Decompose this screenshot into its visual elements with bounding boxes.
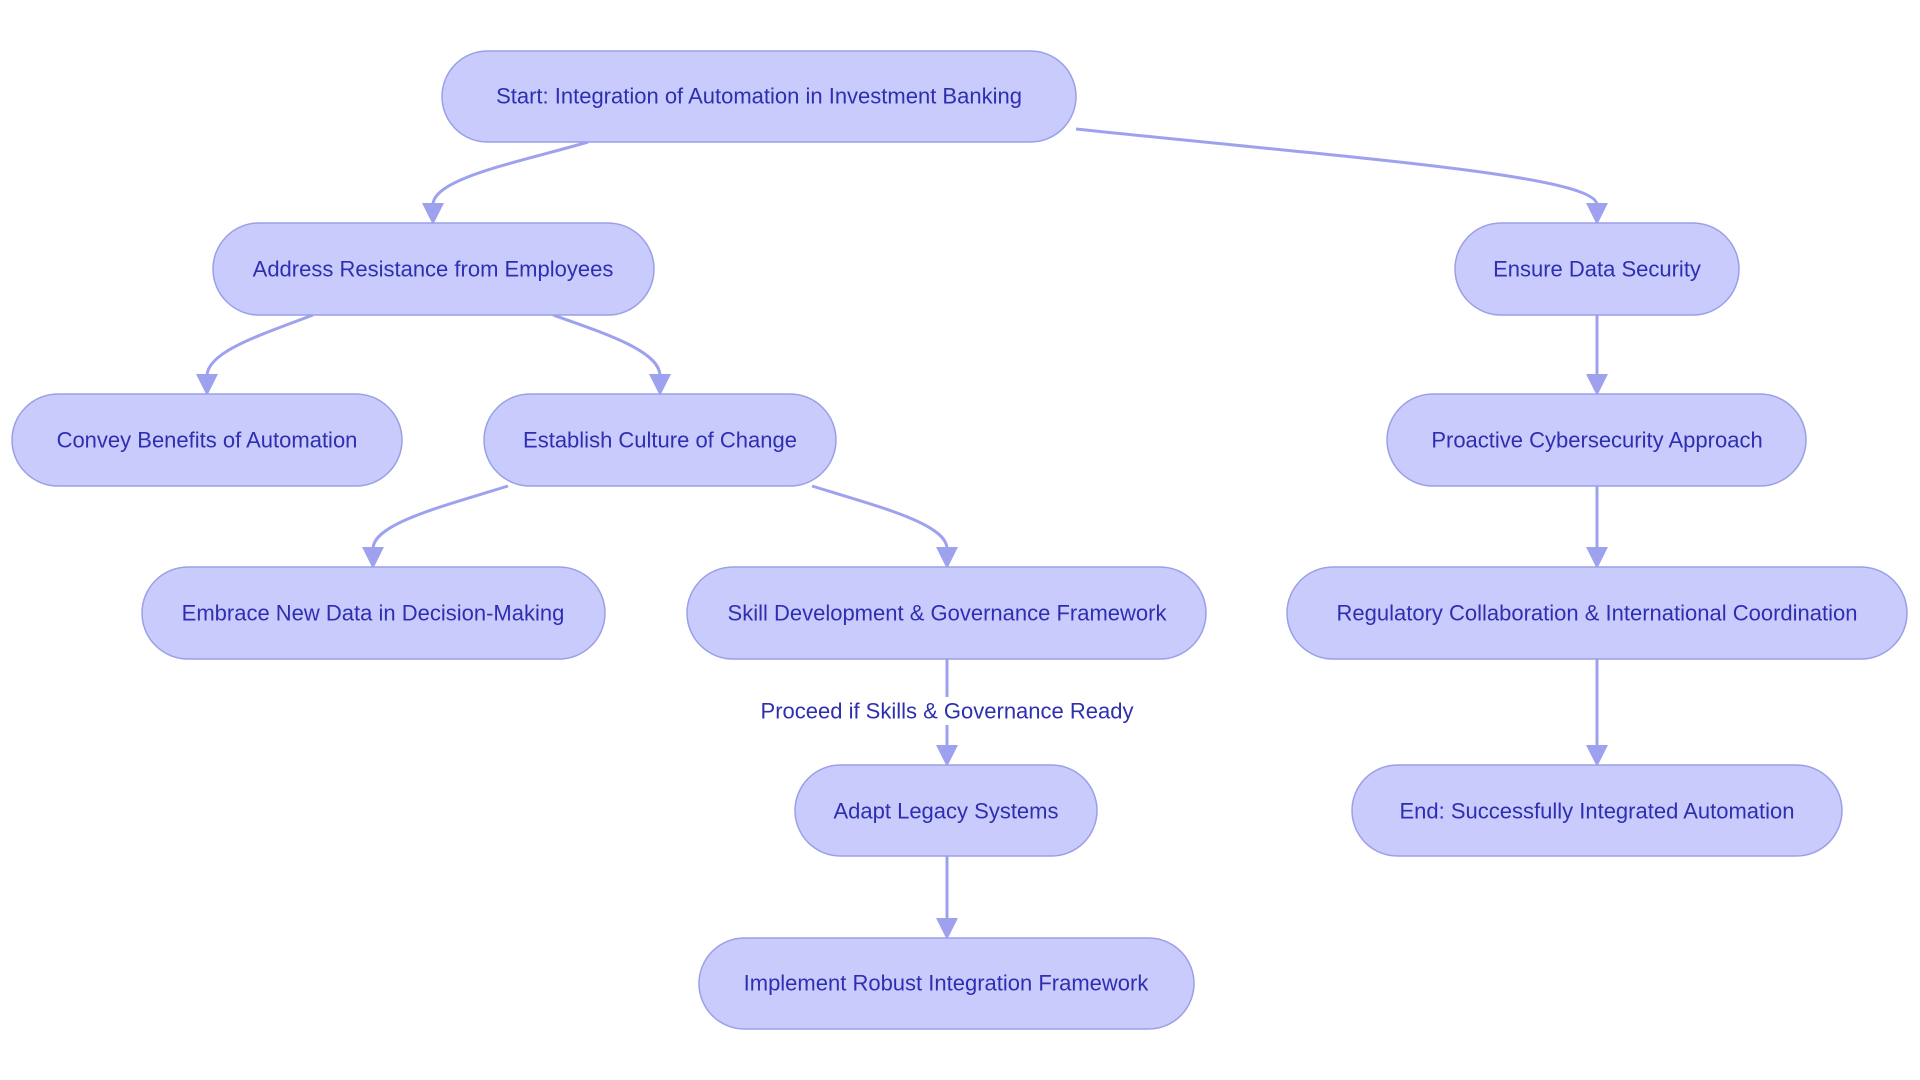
node-label: Regulatory Collaboration & International… <box>1337 601 1858 626</box>
node-label: Ensure Data Security <box>1493 257 1701 282</box>
node-label: Adapt Legacy Systems <box>833 799 1058 824</box>
node-data[interactable]: Embrace New Data in Decision-Making <box>141 566 606 660</box>
edge-culture-skill <box>811 484 958 569</box>
node-label: Convey Benefits of Automation <box>57 428 358 453</box>
edge-resistance-culture <box>552 313 671 396</box>
node-skill[interactable]: Skill Development & Governance Framework <box>686 566 1207 660</box>
edge-culture-data <box>362 484 509 569</box>
edge-label-skill-legacy: Proceed if Skills & Governance Ready <box>761 699 1134 724</box>
node-label: Embrace New Data in Decision-Making <box>182 601 565 626</box>
node-label: End: Successfully Integrated Automation <box>1399 799 1794 824</box>
node-label: Implement Robust Integration Framework <box>744 971 1150 996</box>
node-start[interactable]: Start: Integration of Automation in Inve… <box>441 50 1077 143</box>
node-cyber[interactable]: Proactive Cybersecurity Approach <box>1386 393 1807 487</box>
node-label: Establish Culture of Change <box>523 428 797 453</box>
edge-resistance-benefits <box>196 313 314 396</box>
flowchart: Proceed if Skills & Governance Ready Sta… <box>11 50 1908 1030</box>
edge-start-security <box>1075 127 1608 225</box>
node-legacy[interactable]: Adapt Legacy Systems <box>794 764 1098 857</box>
node-label: Skill Development & Governance Framework <box>728 601 1168 626</box>
node-implement[interactable]: Implement Robust Integration Framework <box>698 937 1195 1030</box>
node-label: Start: Integration of Automation in Inve… <box>496 84 1022 109</box>
node-end[interactable]: End: Successfully Integrated Automation <box>1351 764 1843 857</box>
node-benefits[interactable]: Convey Benefits of Automation <box>11 393 403 487</box>
node-resistance[interactable]: Address Resistance from Employees <box>212 222 655 316</box>
node-regulatory[interactable]: Regulatory Collaboration & International… <box>1286 566 1908 660</box>
node-culture[interactable]: Establish Culture of Change <box>483 393 837 487</box>
node-label: Address Resistance from Employees <box>253 257 614 282</box>
node-label: Proactive Cybersecurity Approach <box>1431 428 1762 453</box>
node-security[interactable]: Ensure Data Security <box>1454 222 1740 316</box>
edge-start-resistance <box>422 140 589 225</box>
